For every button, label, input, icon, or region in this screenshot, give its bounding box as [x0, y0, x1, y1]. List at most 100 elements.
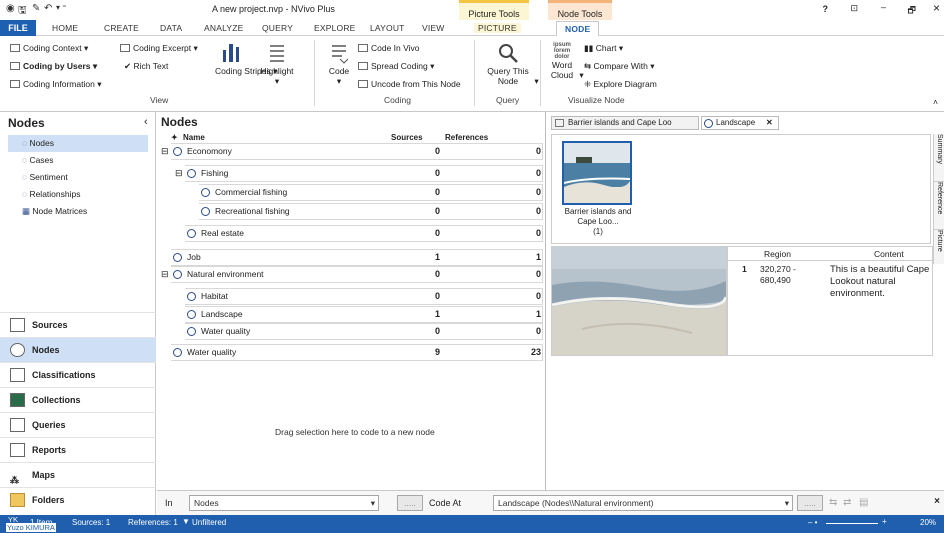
in-dropdown[interactable]: Nodes ▾	[189, 495, 379, 511]
table-row[interactable]	[185, 165, 543, 182]
highlight-button[interactable]: Highlight ▾	[260, 42, 294, 87]
code-in-vivo-button[interactable]: Code In Vivo	[358, 43, 420, 53]
zoom-slider[interactable]	[826, 523, 878, 524]
tab-picture[interactable]: PICTURE	[474, 23, 521, 33]
tab-query[interactable]: QUERY	[262, 23, 293, 33]
node-references: 1	[535, 309, 541, 319]
side-tab-summary[interactable]: Summary	[934, 134, 944, 182]
tab-data[interactable]: DATA	[160, 23, 182, 33]
nav-button-queries[interactable]: Queries	[0, 412, 156, 437]
window-title: A new project.nvp - NVivo Plus	[212, 4, 335, 14]
save-icon[interactable]: 🖫	[18, 3, 27, 20]
tab-view[interactable]: VIEW	[422, 23, 445, 33]
code-at-browse-button[interactable]: .....	[797, 495, 823, 511]
tab-barrier-islands[interactable]: Barrier islands and Cape Loo	[551, 116, 699, 130]
column-region: Region	[764, 249, 791, 259]
code-at-value: Landscape (Nodes\\Natural environment)	[498, 498, 654, 508]
compare-with-button[interactable]: ⇆ Compare With ▾	[584, 61, 654, 72]
column-name[interactable]: Name	[183, 133, 205, 142]
qat-dropdown-icon[interactable]: ▾ ⁼	[56, 3, 66, 12]
nav-button-sources[interactable]: Sources	[0, 312, 156, 337]
collapse-nav-icon[interactable]: ‹	[144, 116, 148, 128]
coding-excerpt-button[interactable]: Coding Excerpt ▾	[120, 43, 198, 54]
region-value: 320,270 - 680,490	[760, 264, 796, 285]
help-button[interactable]: ?	[823, 4, 829, 14]
minimize-button[interactable]: –	[881, 2, 886, 12]
edit-icon[interactable]: ✎	[32, 3, 40, 14]
coding-stripes-icon	[223, 44, 239, 62]
code-button[interactable]: Code ▾	[326, 42, 352, 87]
table-row[interactable]	[185, 288, 543, 305]
nav-button-folders[interactable]: Folders	[0, 487, 156, 512]
query-this-node-button[interactable]: Query This Node ▾	[484, 42, 539, 87]
node-name: Landscape	[201, 309, 243, 319]
nav-button-maps[interactable]: ⁂ Maps	[0, 462, 156, 487]
coding-context-button[interactable]: Coding Context ▾	[10, 43, 88, 54]
picture-view[interactable]	[551, 246, 728, 356]
expand-collapse-icon[interactable]: ⊟	[161, 146, 169, 157]
tab-analyze[interactable]: ANALYZE	[204, 23, 244, 33]
expand-collapse-icon[interactable]: ⊟	[161, 269, 169, 280]
rich-text-checkbox[interactable]: ✔ Rich Text	[124, 61, 168, 72]
new-node-icon[interactable]: ▤	[859, 497, 868, 508]
maximize-button[interactable]: 🗗	[908, 3, 916, 19]
region-table-row[interactable]: 1 320,270 - 680,490 This is a beautiful …	[728, 261, 934, 301]
nav-tree-item-relationships[interactable]: ◌ Relationships	[8, 186, 148, 203]
tab-create[interactable]: CREATE	[104, 23, 139, 33]
tab-node[interactable]: NODE	[556, 21, 600, 37]
status-sources: Sources: 1	[72, 518, 111, 527]
column-references[interactable]: References	[445, 133, 488, 142]
tab-landscape[interactable]: Landscape ✕	[701, 116, 779, 130]
side-tab-picture[interactable]: Picture	[934, 230, 944, 262]
tab-explore[interactable]: EXPLORE	[314, 23, 356, 33]
nav-tree-item-nodes[interactable]: ◌ Nodes	[8, 135, 148, 152]
nav-button-reports[interactable]: Reports	[0, 437, 156, 462]
highlight-label: Highlight	[260, 66, 294, 76]
collapse-ribbon-icon[interactable]: ˄	[933, 97, 938, 107]
undo-icon[interactable]: ↶	[44, 3, 52, 14]
close-code-bar-icon[interactable]: ×	[934, 496, 940, 507]
coding-stripes-button[interactable]: Coding Stripes ▾	[215, 42, 277, 77]
uncode-button[interactable]: Uncode from This Node	[358, 79, 461, 89]
explore-diagram-button[interactable]: ⁜ Explore Diagram	[584, 79, 657, 90]
nav-button-label: Sources	[32, 320, 68, 330]
coding-information-button[interactable]: Coding Information ▾	[10, 79, 101, 90]
expand-collapse-icon[interactable]: ⊟	[175, 168, 183, 179]
tab-layout[interactable]: LAYOUT	[370, 23, 405, 33]
code-at-dropdown[interactable]: Landscape (Nodes\\Natural environment) ▾	[493, 495, 793, 511]
column-sources[interactable]: Sources	[391, 133, 423, 142]
nav-tree-item-cases[interactable]: ◌ Cases	[8, 152, 148, 169]
nav-button-collections[interactable]: Collections	[0, 387, 156, 412]
ribbon-display-button[interactable]: ⊡	[850, 3, 858, 14]
close-tab-icon[interactable]: ✕	[766, 117, 773, 129]
in-label: In	[165, 498, 173, 508]
side-tab-reference[interactable]: Reference	[934, 182, 944, 230]
uncode-label: Uncode from This Node	[371, 79, 461, 89]
thumbnail[interactable]	[562, 141, 632, 205]
nav-button-nodes[interactable]: Nodes	[0, 337, 156, 362]
nav-tree-item-node-matrices[interactable]: ▦ Node Matrices	[8, 203, 148, 220]
explore-diagram-label: Explore Diagram	[593, 79, 657, 89]
node-sources: 0	[435, 291, 441, 301]
table-row[interactable]	[171, 249, 543, 266]
uncode-icon[interactable]: ⇄	[843, 497, 851, 508]
node-icon	[173, 147, 182, 156]
nav-tree-item-sentiment[interactable]: ◌ Sentiment	[8, 169, 148, 186]
in-value: Nodes	[194, 498, 219, 508]
spread-coding-button[interactable]: Spread Coding ▾	[358, 61, 434, 72]
in-browse-button[interactable]: .....	[397, 495, 423, 511]
filter-icon: ▼	[182, 517, 190, 526]
tab-label: Barrier islands and Cape Loo	[568, 118, 672, 127]
nav-button-label: Classifications	[32, 370, 96, 380]
zoom-in-icon[interactable]: +	[882, 517, 887, 526]
zoom-out-icon[interactable]: – •	[808, 518, 817, 527]
code-icon[interactable]: ⇆	[829, 497, 837, 508]
nav-button-classifications[interactable]: Classifications	[0, 362, 156, 387]
tab-home[interactable]: HOME	[52, 23, 78, 33]
chart-button[interactable]: ▮▮ Chart ▾	[584, 43, 623, 54]
close-button[interactable]: ×	[933, 1, 940, 15]
word-cloud-button[interactable]: ipsumloremdolor Word Cloud ▾	[547, 42, 584, 81]
tab-file[interactable]: FILE	[0, 20, 36, 36]
compare-icon: ⇆	[584, 61, 592, 71]
coding-by-users-button[interactable]: Coding by Users ▾	[10, 61, 97, 72]
